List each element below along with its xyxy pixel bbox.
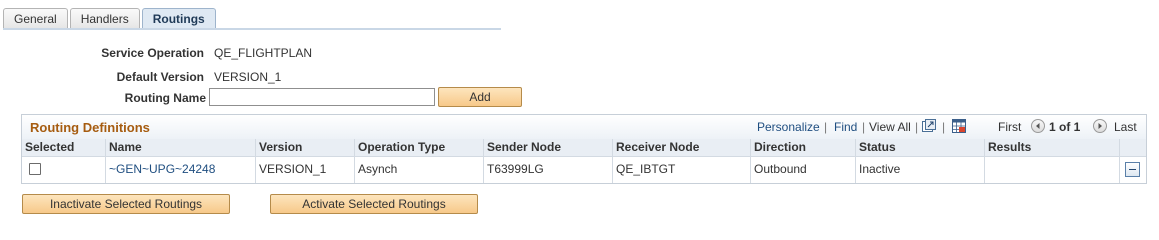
tab-general[interactable]: General bbox=[3, 8, 68, 28]
column-header-version: Version bbox=[259, 140, 303, 154]
download-spreadsheet-icon[interactable] bbox=[952, 119, 966, 133]
column-header-status: Status bbox=[859, 140, 896, 154]
nav-separator: | bbox=[942, 120, 946, 134]
page-range: 1 of 1 bbox=[1049, 120, 1081, 134]
row-select-checkbox[interactable] bbox=[29, 163, 41, 175]
column-divider bbox=[855, 139, 856, 183]
delete-row-icon[interactable] bbox=[1125, 162, 1140, 177]
nav-separator: | bbox=[862, 120, 866, 134]
grid-header: Routing Definitions Personalize | Find |… bbox=[22, 115, 1146, 140]
first-label: First bbox=[998, 120, 1022, 134]
column-header-sender-node: Sender Node bbox=[487, 140, 562, 154]
column-header-operation-type: Operation Type bbox=[358, 140, 446, 154]
add-button[interactable]: Add bbox=[438, 87, 522, 107]
column-divider bbox=[750, 139, 751, 183]
tab-bar: General Handlers Routings bbox=[3, 8, 218, 28]
routing-name-link[interactable]: ~GEN~UPG~24248 bbox=[109, 162, 215, 176]
column-divider bbox=[483, 139, 484, 183]
tab-underline bbox=[3, 28, 501, 30]
nav-separator: | bbox=[915, 120, 919, 134]
previous-icon[interactable] bbox=[1031, 119, 1045, 133]
row-operation-type: Asynch bbox=[358, 162, 398, 176]
row-sender-node: T63999LG bbox=[487, 162, 544, 176]
column-divider bbox=[612, 139, 613, 183]
column-divider bbox=[1119, 139, 1120, 183]
default-version-value: VERSION_1 bbox=[214, 70, 282, 84]
service-operation-value: QE_FLIGHTPLAN bbox=[214, 46, 313, 60]
column-divider bbox=[984, 139, 985, 183]
column-header-direction: Direction bbox=[754, 140, 807, 154]
last-label: Last bbox=[1114, 120, 1137, 134]
tab-handlers[interactable]: Handlers bbox=[69, 8, 140, 28]
tab-routings[interactable]: Routings bbox=[141, 8, 216, 28]
row-receiver-node: QE_IBTGT bbox=[616, 162, 676, 176]
routing-name-label: Routing Name bbox=[124, 91, 206, 105]
column-header-results: Results bbox=[988, 140, 1032, 154]
column-divider bbox=[255, 139, 256, 183]
activate-selected-routings-button[interactable]: Activate Selected Routings bbox=[270, 194, 478, 214]
column-header-row bbox=[22, 139, 1146, 157]
new-window-icon[interactable] bbox=[922, 119, 936, 133]
column-header-name: Name bbox=[109, 140, 142, 154]
row-version: VERSION_1 bbox=[259, 162, 327, 176]
routing-name-input[interactable] bbox=[209, 88, 435, 106]
row-status: Inactive bbox=[859, 162, 901, 176]
row-direction: Outbound bbox=[754, 162, 807, 176]
nav-separator: | bbox=[824, 120, 828, 134]
column-header-receiver-node: Receiver Node bbox=[616, 140, 700, 154]
inactivate-selected-routings-button[interactable]: Inactivate Selected Routings bbox=[22, 194, 230, 214]
find-link[interactable]: Find bbox=[834, 120, 857, 134]
personalize-link[interactable]: Personalize bbox=[757, 120, 820, 134]
view-all-link[interactable]: View All bbox=[869, 120, 911, 134]
column-divider bbox=[354, 139, 355, 183]
column-header-selected: Selected bbox=[25, 140, 75, 154]
default-version-label: Default Version bbox=[116, 70, 204, 84]
routing-definitions-grid: Routing Definitions Personalize | Find |… bbox=[21, 114, 1147, 184]
column-divider bbox=[105, 139, 106, 183]
grid-title: Routing Definitions bbox=[30, 120, 150, 135]
next-icon[interactable] bbox=[1093, 119, 1107, 133]
service-operation-label: Service Operation bbox=[101, 46, 204, 60]
